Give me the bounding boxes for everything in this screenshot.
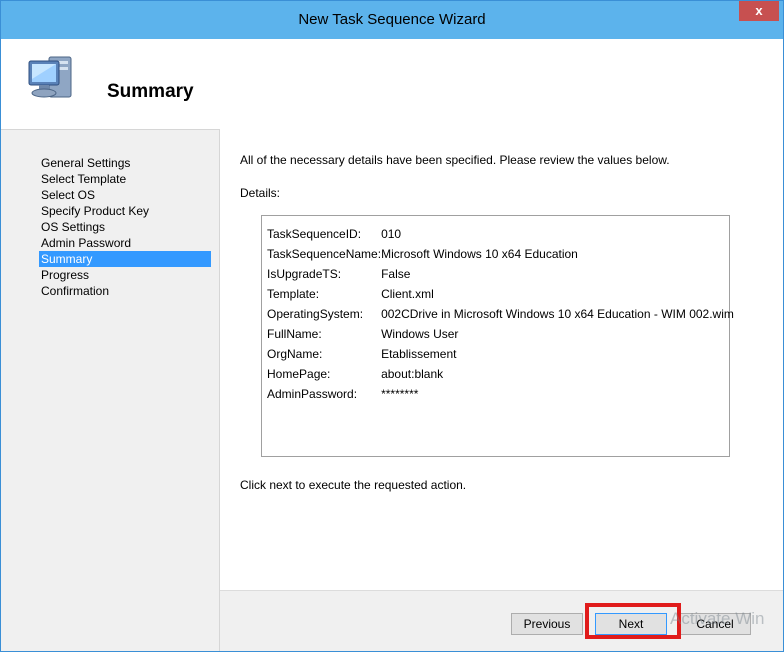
wizard-nav: General Settings Select Template Select … xyxy=(39,155,211,299)
button-bar: Previous Next Cancel Activate Win xyxy=(220,590,783,651)
details-value: Etablissement xyxy=(381,347,457,361)
details-key: HomePage: xyxy=(267,367,331,381)
details-key: AdminPassword: xyxy=(267,387,358,401)
wizard-header: Summary xyxy=(1,39,783,130)
nav-item-select-template[interactable]: Select Template xyxy=(39,171,211,187)
details-row: OrgName: Etablissement xyxy=(267,344,734,364)
details-value: about:blank xyxy=(381,367,444,381)
details-key: OrgName: xyxy=(267,347,323,361)
details-row: AdminPassword: ******** xyxy=(267,384,734,404)
details-key: TaskSequenceName: xyxy=(267,247,382,261)
details-label: Details: xyxy=(240,186,281,200)
details-row: OperatingSystem: 002CDrive in Microsoft … xyxy=(267,304,734,324)
details-row: TaskSequenceName: Microsoft Windows 10 x… xyxy=(267,244,734,264)
page-title: Summary xyxy=(107,81,194,102)
details-value: False xyxy=(381,267,411,281)
details-key: OperatingSystem: xyxy=(267,307,364,321)
title-bar[interactable]: New Task Sequence Wizard x xyxy=(1,1,783,39)
window-title: New Task Sequence Wizard xyxy=(298,11,486,28)
wizard-window: New Task Sequence Wizard x Summary Gener… xyxy=(0,0,784,652)
details-row: FullName: Windows User xyxy=(267,324,734,344)
details-key: FullName: xyxy=(267,327,322,341)
close-button[interactable]: x xyxy=(739,1,779,21)
details-value: 010 xyxy=(381,227,402,241)
activation-watermark: Activate Win xyxy=(670,609,765,628)
details-value: ******** xyxy=(381,387,419,401)
details-key: TaskSequenceID: xyxy=(267,227,362,241)
details-value: Windows User xyxy=(381,327,459,341)
details-row: HomePage: about:blank xyxy=(267,364,734,384)
intro-text: All of the necessary details have been s… xyxy=(240,153,670,167)
computer-icon xyxy=(28,56,72,98)
details-value: Client.xml xyxy=(381,287,434,301)
details-row: IsUpgradeTS: False xyxy=(267,264,734,284)
nav-item-admin-password[interactable]: Admin Password xyxy=(39,235,211,251)
nav-item-summary[interactable]: Summary xyxy=(39,251,211,267)
footer-text: Click next to execute the requested acti… xyxy=(240,478,467,492)
details-box[interactable]: TaskSequenceID: 010 TaskSequenceName: Mi… xyxy=(261,215,734,457)
details-key: Template: xyxy=(267,287,320,301)
nav-item-general-settings[interactable]: General Settings xyxy=(39,155,211,171)
details-row: Template: Client.xml xyxy=(267,284,734,304)
nav-item-progress[interactable]: Progress xyxy=(39,267,211,283)
nav-item-select-os[interactable]: Select OS xyxy=(39,187,211,203)
details-value: 002CDrive in Microsoft Windows 10 x64 Ed… xyxy=(381,307,734,321)
details-row: TaskSequenceID: 010 xyxy=(267,224,734,244)
nav-item-confirmation[interactable]: Confirmation xyxy=(39,283,211,299)
details-table: TaskSequenceID: 010 TaskSequenceName: Mi… xyxy=(267,224,734,404)
nav-item-specify-product-key[interactable]: Specify Product Key xyxy=(39,203,211,219)
nav-item-os-settings[interactable]: OS Settings xyxy=(39,219,211,235)
previous-button[interactable]: Previous xyxy=(511,613,583,635)
next-button-highlight xyxy=(585,603,681,639)
details-value: Microsoft Windows 10 x64 Education xyxy=(381,247,578,261)
content-panel: All of the necessary details have been s… xyxy=(219,129,783,651)
details-key: IsUpgradeTS: xyxy=(267,267,342,281)
